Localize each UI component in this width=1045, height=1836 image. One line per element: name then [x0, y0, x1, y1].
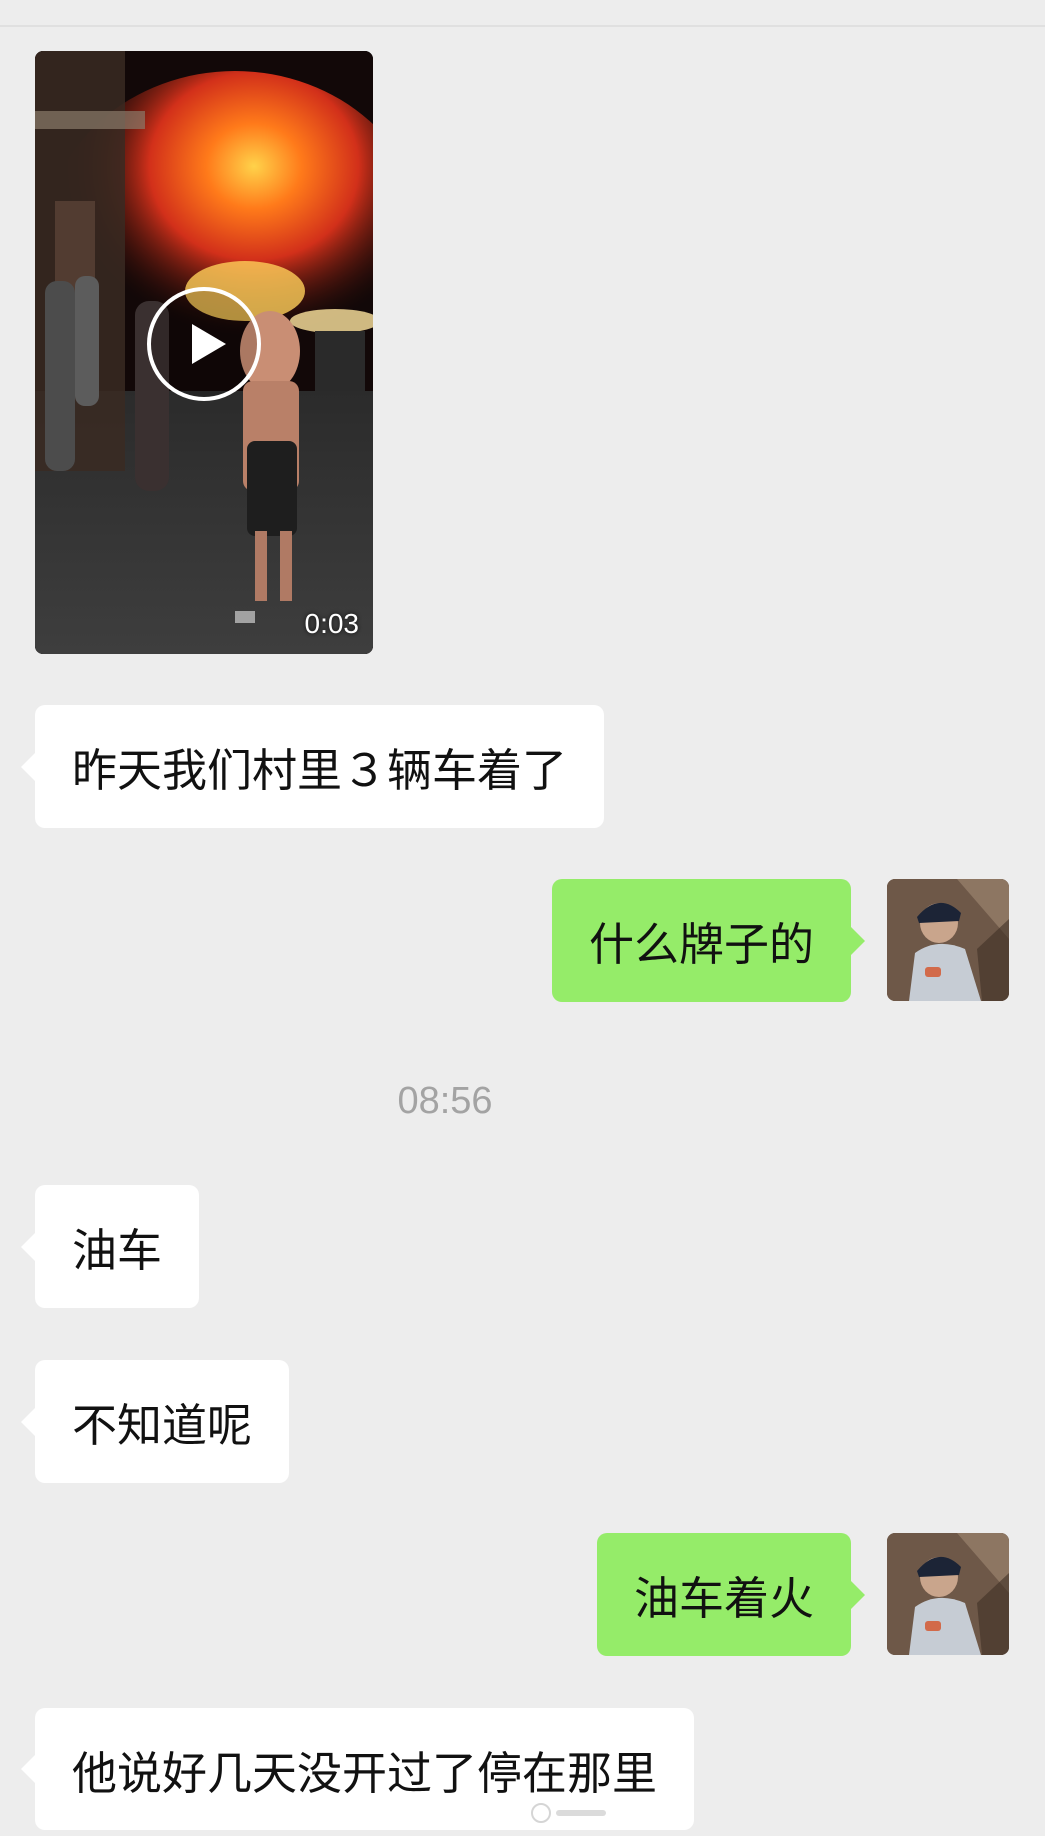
message-text: 油车 [72, 1224, 163, 1277]
message-bubble-outgoing[interactable]: 油车着火 [596, 1533, 866, 1656]
message-bubble-outgoing[interactable]: 什么牌子的 [551, 879, 866, 1002]
chat-timestamp: 08:56 [397, 1080, 493, 1122]
play-icon[interactable] [146, 286, 262, 402]
video-message[interactable]: 0:03 [35, 51, 373, 654]
message-bubble-incoming[interactable]: 不知道呢 [20, 1360, 290, 1483]
message-text: 不知道呢 [72, 1399, 253, 1452]
message-text: 他说好几天没开过了停在那里 [72, 1746, 658, 1800]
message-text: 昨天我们村里３辆车着了 [72, 744, 568, 797]
message-bubble-incoming[interactable]: 油车 [20, 1185, 200, 1308]
watermark-icon [531, 1803, 606, 1823]
user-avatar-image [887, 1533, 1009, 1655]
user-avatar-image [887, 879, 1009, 1001]
avatar[interactable] [887, 1533, 1009, 1655]
video-duration: 0:03 [304, 608, 360, 639]
avatar[interactable] [887, 879, 1009, 1001]
top-divider [0, 25, 1045, 27]
message-text: 油车着火 [633, 1572, 814, 1625]
message-text: 什么牌子的 [588, 918, 814, 971]
message-bubble-incoming[interactable]: 昨天我们村里３辆车着了 [20, 705, 605, 828]
